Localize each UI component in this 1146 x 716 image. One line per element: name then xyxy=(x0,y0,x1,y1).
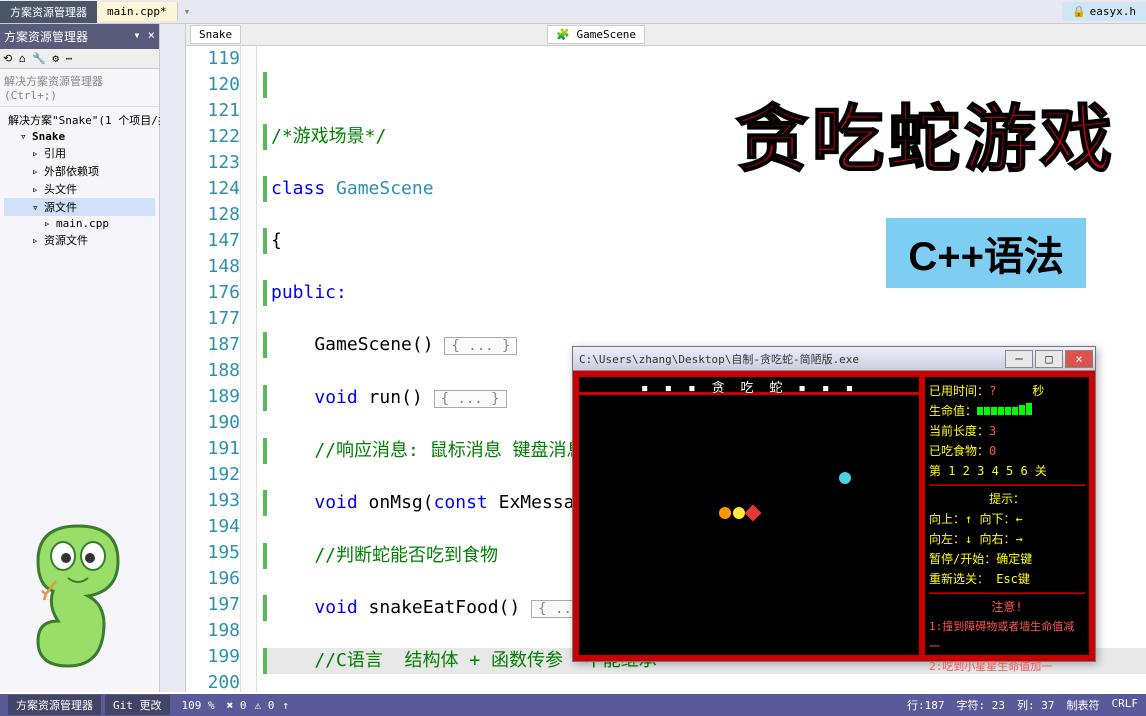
cursor-line: 行:187 xyxy=(907,697,945,713)
file-tab-right[interactable]: 🔒easyx.h xyxy=(1062,2,1146,21)
game-window-title: C:\Users\zhang\Desktop\自制-贪吃蛇-简陋版.exe xyxy=(579,351,859,367)
cursor-col: 列: 37 xyxy=(1017,697,1055,713)
minimize-button[interactable]: ─ xyxy=(1005,350,1033,368)
sidebar-toolbar[interactable]: ⟲ ⌂ 🔧 ⚙ ⋯ xyxy=(0,49,159,69)
line-numbers: 1191201211221231241281471481761771871881… xyxy=(186,46,241,692)
refs-node[interactable]: ▹引用 xyxy=(4,144,155,162)
fold-indicator[interactable]: { ... } xyxy=(444,337,517,355)
up-icon: ↑ xyxy=(282,699,289,712)
status-tab[interactable]: Git 更改 xyxy=(105,695,170,715)
sidebar-search[interactable]: 解决方案资源管理器(Ctrl+;) xyxy=(0,69,159,107)
ext-node[interactable]: ▹外部依赖项 xyxy=(4,162,155,180)
tab-arrow: ▾ xyxy=(178,5,197,18)
snake-dot xyxy=(719,507,731,519)
headers-node[interactable]: ▹头文件 xyxy=(4,180,155,198)
zoom-level[interactable]: 109 % xyxy=(182,699,215,712)
food-dot xyxy=(839,472,851,484)
snake-mascot-icon xyxy=(8,506,148,686)
maximize-button[interactable]: □ xyxy=(1035,350,1063,368)
status-tab[interactable]: 方案资源管理器 xyxy=(8,695,101,715)
breadcrumb-class[interactable]: 🧩 GameScene xyxy=(547,25,645,44)
video-title-overlay: 贪吃蛇游戏 xyxy=(736,80,1116,185)
res-node[interactable]: ▹资源文件 xyxy=(4,231,155,249)
solution-explorer-tab[interactable]: 方案资源管理器 xyxy=(0,1,97,23)
project-node[interactable]: ▿Snake xyxy=(4,129,155,144)
fold-gutter[interactable] xyxy=(241,46,257,692)
sidebar-menu-icon[interactable]: ▾ × xyxy=(133,28,155,45)
file-tab[interactable]: main.cpp* xyxy=(97,2,178,21)
close-button[interactable]: × xyxy=(1065,350,1093,368)
source-node[interactable]: ▿源文件 xyxy=(4,198,155,216)
indent-mode[interactable]: 制表符 xyxy=(1067,697,1100,713)
line-ending[interactable]: CRLF xyxy=(1112,697,1139,713)
game-window: C:\Users\zhang\Desktop\自制-贪吃蛇-简陋版.exe ─ … xyxy=(572,346,1096,662)
cursor-char: 字符: 23 xyxy=(957,697,1006,713)
game-header: ▪ ▪ ▪ 贪 吃 蛇 ▪ ▪ ▪ xyxy=(579,377,919,395)
game-info-panel: 已用时间：? 秒 生命值： 当前长度：3 已吃食物：0 第 1 2 3 4 5 … xyxy=(919,377,1089,655)
warning-count[interactable]: ⚠ 0 xyxy=(255,699,275,712)
error-count[interactable]: ✖ 0 xyxy=(227,699,247,712)
breadcrumb-project[interactable]: Snake xyxy=(190,25,241,44)
video-subtitle-overlay: C++语法 xyxy=(886,218,1086,288)
game-canvas[interactable]: ▪ ▪ ▪ 贪 吃 蛇 ▪ ▪ ▪ xyxy=(579,377,919,655)
lock-icon: 🔒 xyxy=(1072,5,1086,18)
snake-dot xyxy=(745,505,762,522)
snake-dot xyxy=(733,507,745,519)
solution-node[interactable]: 解决方案"Snake"(1 个项目/共 1 个) xyxy=(4,111,155,129)
sidebar-title: 方案资源管理器 xyxy=(4,28,88,45)
status-bar: 方案资源管理器 Git 更改 109 % ✖ 0 ⚠ 0 ↑ 行:187 字符:… xyxy=(0,694,1146,716)
main-cpp-node[interactable]: ▹main.cpp xyxy=(4,216,155,231)
